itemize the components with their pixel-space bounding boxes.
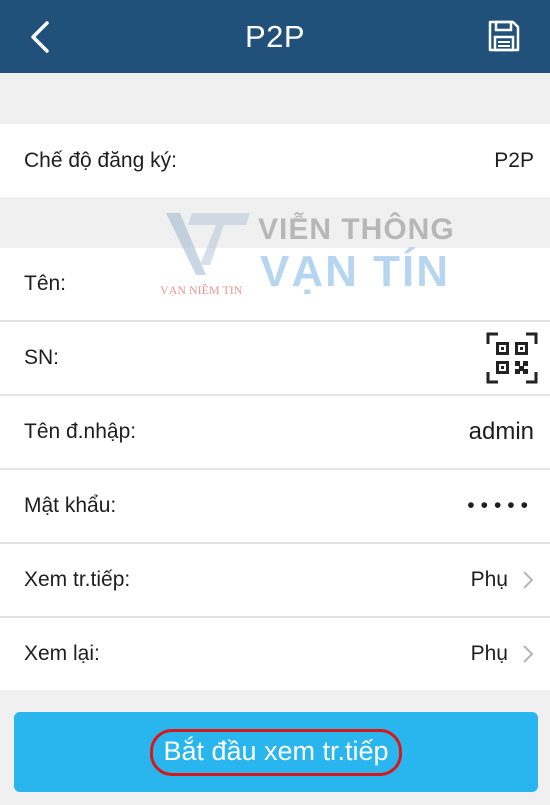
sn-label: SN:	[24, 346, 60, 369]
live-view-stream-text: Phụ	[470, 568, 508, 591]
username-row[interactable]: Tên đ.nhập: admin	[0, 396, 550, 468]
password-label: Mật khẩu:	[24, 494, 117, 517]
chevron-left-icon	[31, 21, 49, 53]
live-view-stream-row[interactable]: Xem tr.tiếp: Phụ	[0, 544, 550, 616]
playback-stream-value: Phụ	[471, 642, 534, 666]
live-view-stream-label: Xem tr.tiếp:	[24, 568, 131, 591]
registration-mode-row[interactable]: Chế độ đăng ký: P2P	[0, 124, 550, 197]
qr-scan-button[interactable]	[486, 332, 538, 384]
password-input[interactable]: •••••	[467, 494, 534, 518]
username-input[interactable]: admin	[469, 418, 534, 446]
name-label: Tên:	[24, 272, 67, 295]
start-live-view-button[interactable]: Bắt đầu xem tr.tiếp	[14, 712, 538, 792]
watermark-line1: VIỄN THÔNG	[258, 213, 455, 246]
back-button[interactable]	[22, 18, 58, 56]
playback-stream-label: Xem lại:	[24, 642, 100, 665]
start-live-view-label: Bắt đầu xem tr.tiếp	[150, 728, 402, 776]
registration-mode-value: P2P	[494, 148, 534, 172]
registration-mode-label: Chế độ đăng ký:	[24, 148, 177, 172]
live-view-stream-value: Phụ	[471, 568, 534, 592]
save-icon	[488, 20, 520, 52]
sn-row[interactable]: SN:	[0, 322, 550, 394]
password-row[interactable]: Mật khẩu: •••••	[0, 470, 550, 542]
save-button[interactable]	[484, 16, 524, 56]
playback-stream-text: Phụ	[470, 642, 508, 665]
name-row[interactable]: Tên:	[0, 248, 550, 320]
chevron-right-icon	[522, 570, 534, 590]
playback-stream-row[interactable]: Xem lại: Phụ	[0, 618, 550, 690]
chevron-right-icon	[522, 644, 534, 664]
username-label: Tên đ.nhập:	[24, 420, 137, 443]
page-title: P2P	[244, 18, 306, 54]
top-app-bar: P2P	[0, 0, 550, 73]
qr-code-icon	[486, 332, 538, 384]
